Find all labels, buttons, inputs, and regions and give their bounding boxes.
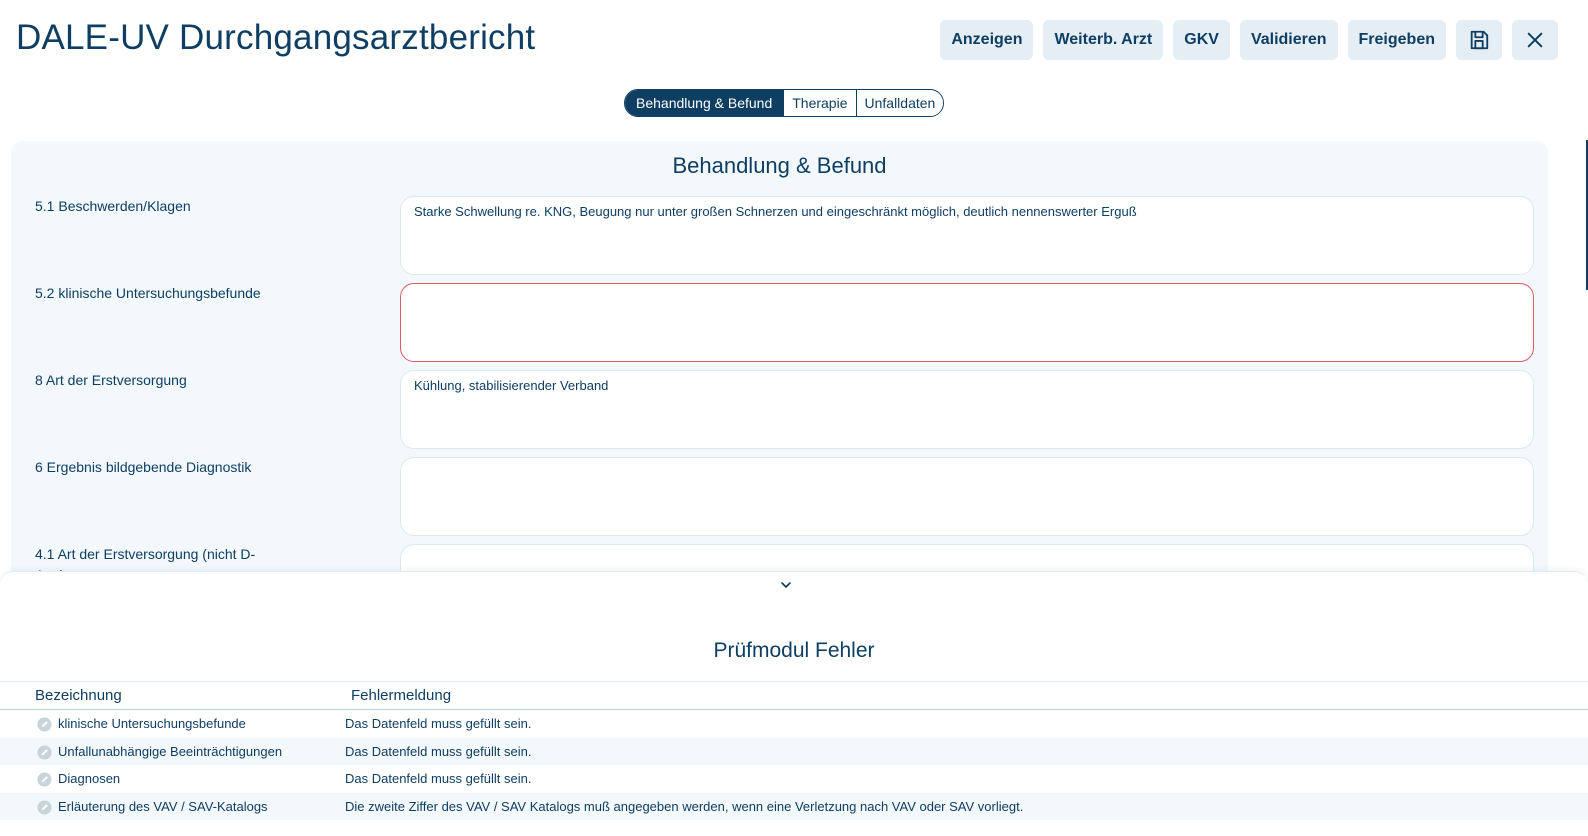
form-title: Behandlung & Befund bbox=[672, 153, 887, 178]
error-message: Das Datenfeld muss gefüllt sein. bbox=[345, 771, 532, 786]
erstversorgung-field[interactable]: Kühlung, stabilisierender Verband bbox=[400, 370, 1534, 449]
error-message: Das Datenfeld muss gefüllt sein. bbox=[345, 716, 532, 731]
error-message: Die zweite Ziffer des VAV / SAV Katalogs… bbox=[345, 798, 1024, 814]
pencil-icon bbox=[37, 744, 52, 760]
toolbar: Anzeigen Weiterb. Arzt GKV Validieren Fr… bbox=[940, 20, 1588, 60]
field-label: 5.1 Beschwerden/Klagen bbox=[35, 198, 191, 214]
error-name: Unfallunabhängige Beeinträchtigungen bbox=[58, 743, 283, 759]
table-row[interactable]: Diagnosen Das Datenfeld muss gefüllt sei… bbox=[0, 765, 1588, 793]
form-card: Behandlung & Befund 5.1 Beschwerden/Klag… bbox=[11, 141, 1548, 581]
weiterbehandelnder-arzt-button[interactable]: Weiterb. Arzt bbox=[1043, 20, 1164, 60]
save-button[interactable] bbox=[1456, 20, 1502, 60]
column-header-bezeichnung: Bezeichnung bbox=[35, 687, 122, 704]
close-icon bbox=[1527, 32, 1543, 48]
untersuchungsbefunde-field[interactable] bbox=[400, 283, 1534, 362]
field-label: 8 Art der Erstversorgung bbox=[35, 372, 187, 388]
tab-behandlung-befund[interactable]: Behandlung & Befund bbox=[625, 90, 784, 116]
error-table-header: Bezeichnung Fehlermeldung bbox=[0, 681, 1588, 710]
pencil-icon bbox=[37, 799, 52, 815]
table-row[interactable]: klinische Untersuchungsbefunde Das Daten… bbox=[0, 710, 1588, 738]
error-message: Das Datenfeld muss gefüllt sein. bbox=[345, 743, 532, 759]
validieren-button[interactable]: Validieren bbox=[1239, 20, 1338, 60]
bildgebende-diagnostik-field[interactable] bbox=[400, 457, 1534, 536]
tab-therapie[interactable]: Therapie bbox=[783, 90, 856, 116]
save-icon bbox=[1470, 30, 1489, 50]
page-title: DALE-UV Durchgangsarztbericht bbox=[16, 18, 536, 57]
error-table: Bezeichnung Fehlermeldung klinische Unte… bbox=[0, 681, 1588, 820]
section-tabs: Behandlung & Befund Therapie Unfalldaten bbox=[624, 89, 945, 117]
error-panel: Prüfmodul Fehler Bezeichnung Fehlermeldu… bbox=[0, 571, 1588, 836]
field-label: 6 Ergebnis bildgebende Diagnostik bbox=[35, 459, 252, 475]
anzeigen-button[interactable]: Anzeigen bbox=[940, 20, 1034, 60]
pencil-icon bbox=[37, 772, 52, 787]
tab-unfalldaten[interactable]: Unfalldaten bbox=[855, 90, 944, 116]
column-header-fehlermeldung: Fehlermeldung bbox=[351, 687, 452, 704]
error-name: Diagnosen bbox=[58, 771, 121, 786]
error-name: klinische Untersuchungsbefunde bbox=[58, 716, 246, 731]
collapse-toggle[interactable] bbox=[777, 577, 795, 593]
field-label: 5.2 klinische Untersuchungsbefunde bbox=[35, 285, 261, 301]
table-row[interactable]: Unfallunabhängige Beeinträchtigungen Das… bbox=[0, 737, 1588, 765]
table-row[interactable]: Erläuterung des VAV / SAV-Katalogs Die z… bbox=[0, 792, 1588, 820]
freigeben-button[interactable]: Freigeben bbox=[1347, 20, 1446, 60]
chevron-down-icon bbox=[781, 582, 791, 588]
error-name: Erläuterung des VAV / SAV-Katalogs bbox=[58, 798, 268, 814]
beschwerden-field[interactable]: Starke Schwellung re. KNG, Beugung nur u… bbox=[400, 196, 1534, 275]
close-button[interactable] bbox=[1512, 20, 1558, 60]
error-panel-title: Prüfmodul Fehler bbox=[713, 639, 875, 662]
gkv-button[interactable]: GKV bbox=[1173, 20, 1230, 60]
pencil-icon bbox=[37, 717, 52, 732]
